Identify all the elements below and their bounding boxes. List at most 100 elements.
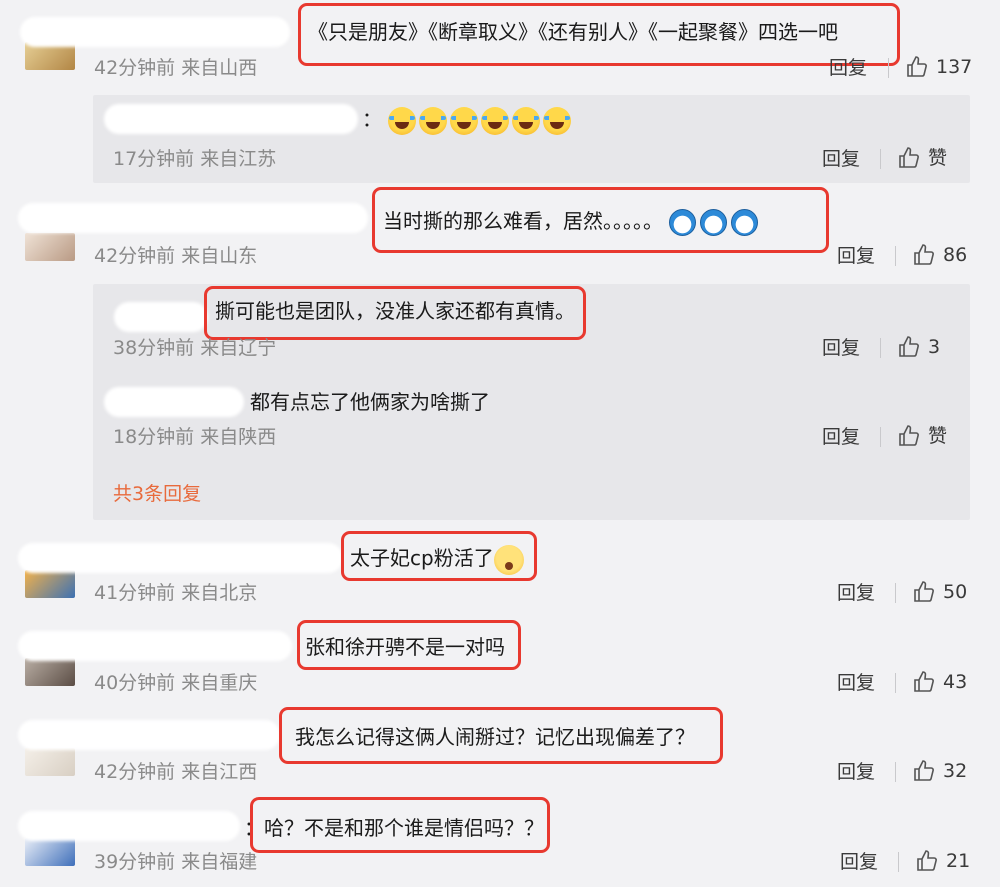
laugh-cry-emoji-icon — [450, 106, 479, 135]
comment-meta: 40分钟前 来自重庆 — [94, 671, 257, 695]
comment-time: 42分钟前 — [94, 57, 176, 79]
divider — [880, 338, 881, 358]
comment-text: 张和徐开骋不是一对吗 — [305, 635, 505, 659]
reply-location: 来自辽宁 — [200, 337, 277, 359]
comment-location: 来自重庆 — [181, 672, 258, 694]
comment-time: 42分钟前 — [94, 245, 176, 267]
username-blurred[interactable] — [18, 631, 292, 661]
thumbs-up-icon — [914, 581, 934, 602]
reply-text: 撕可能也是团队，没准人家还都有真情。 — [215, 299, 575, 323]
reply-button[interactable]: 回复 — [822, 425, 860, 449]
comment-text: 太子妃cp粉活了 — [350, 544, 524, 575]
comment-meta: 42分钟前 来自江西 — [94, 760, 257, 784]
like-count: 3 — [928, 336, 941, 358]
avatar[interactable] — [25, 748, 75, 776]
avatar[interactable] — [25, 658, 75, 686]
reply-meta: 17分钟前 来自江苏 — [113, 147, 276, 171]
username-blurred[interactable] — [18, 811, 240, 841]
reply-button[interactable]: 回复 — [829, 56, 867, 80]
doraemon-emoji-icon — [700, 209, 728, 236]
comment-time: 39分钟前 — [94, 851, 176, 873]
reply-button[interactable]: 回复 — [822, 336, 860, 360]
like-button[interactable]: 137 — [905, 55, 972, 79]
comment-time: 41分钟前 — [94, 582, 176, 604]
reply-button[interactable]: 回复 — [822, 147, 860, 171]
like-count: 赞 — [928, 425, 948, 447]
divider — [895, 583, 896, 603]
like-button[interactable]: 3 — [897, 335, 940, 359]
reply-text: 都有点忘了他俩家为啥撕了 — [250, 390, 490, 414]
avatar[interactable] — [25, 233, 75, 261]
like-count: 32 — [943, 760, 968, 782]
like-count: 137 — [936, 56, 973, 78]
thumbs-up-icon — [917, 850, 937, 871]
doraemon-emoji-icon — [669, 209, 697, 236]
laugh-cry-emoji-icon — [543, 106, 572, 135]
like-count: 赞 — [928, 147, 948, 169]
doraemon-emoji-icon — [731, 209, 759, 236]
thumbs-up-icon — [914, 671, 934, 692]
divider — [895, 762, 896, 782]
username-blurred[interactable] — [104, 387, 244, 417]
comment-time: 40分钟前 — [94, 672, 176, 694]
reply-text: ： — [362, 105, 574, 135]
like-button[interactable]: 43 — [912, 670, 967, 694]
username-blurred[interactable] — [18, 720, 280, 750]
comment-feed: 《只是朋友》《断章取义》《还有别人》《一起聚餐》四选一吧 42分钟前 来自山西 … — [0, 0, 1000, 887]
reply-location: 来自陕西 — [200, 426, 277, 448]
comment-text: 当时撕的那么难看，居然。。。。。 — [383, 207, 762, 236]
comment-meta: 42分钟前 来自山西 — [94, 56, 257, 80]
comment-text: 《只是朋友》《断章取义》《还有别人》《一起聚餐》四选一吧 — [308, 20, 838, 44]
laugh-cry-emoji-icon — [512, 106, 541, 135]
like-count: 21 — [946, 850, 971, 872]
laugh-cry-emoji-icon — [419, 106, 448, 135]
username-blurred[interactable] — [20, 17, 290, 47]
comment-time: 42分钟前 — [94, 761, 176, 783]
like-button[interactable]: 赞 — [897, 424, 947, 448]
comment-location: 来自福建 — [181, 851, 258, 873]
divider — [888, 58, 889, 78]
laugh-cry-emoji-icon — [388, 106, 417, 135]
reply-button[interactable]: 回复 — [837, 244, 875, 268]
like-count: 86 — [943, 244, 968, 266]
like-button[interactable]: 赞 — [897, 146, 947, 170]
comment-location: 来自山东 — [181, 245, 258, 267]
reply-button[interactable]: 回复 — [837, 760, 875, 784]
thumbs-up-icon — [907, 56, 927, 77]
username-blurred[interactable] — [104, 104, 358, 134]
like-button[interactable]: 50 — [912, 580, 967, 604]
comment-location: 来自山西 — [181, 57, 258, 79]
thumbs-up-icon — [914, 244, 934, 265]
divider — [880, 427, 881, 447]
like-count: 43 — [943, 671, 968, 693]
username-blurred[interactable] — [18, 203, 368, 233]
more-replies-link[interactable]: 共3条回复 — [113, 482, 201, 506]
thumbs-up-icon — [899, 147, 919, 168]
shy-emoji-icon — [493, 544, 524, 575]
comment-meta: 39分钟前 来自福建 — [94, 850, 257, 874]
like-button[interactable]: 21 — [915, 849, 970, 873]
username-blurred[interactable] — [114, 302, 208, 332]
like-button[interactable]: 32 — [912, 759, 967, 783]
reply-button[interactable]: 回复 — [840, 850, 878, 874]
reply-button[interactable]: 回复 — [837, 581, 875, 605]
comment-text: ：哈？不是和那个谁是情侣吗？？ — [244, 816, 544, 840]
avatar[interactable] — [25, 838, 75, 866]
comment-location: 来自江西 — [181, 761, 258, 783]
divider — [895, 246, 896, 266]
reply-time: 18分钟前 — [113, 426, 195, 448]
reply-button[interactable]: 回复 — [837, 671, 875, 695]
like-count: 50 — [943, 581, 968, 603]
thumbs-up-icon — [899, 425, 919, 446]
reply-meta: 18分钟前 来自陕西 — [113, 425, 276, 449]
thumbs-up-icon — [914, 760, 934, 781]
divider — [880, 149, 881, 169]
reply-time: 38分钟前 — [113, 337, 195, 359]
comment-meta: 41分钟前 来自北京 — [94, 581, 257, 605]
comment-location: 来自北京 — [181, 582, 258, 604]
username-blurred[interactable] — [18, 543, 343, 573]
like-button[interactable]: 86 — [912, 243, 967, 267]
avatar[interactable] — [25, 570, 75, 598]
reply-location: 来自江苏 — [200, 148, 277, 170]
comment-text: 我怎么记得这俩人闹掰过？记忆出现偏差了？ — [295, 725, 695, 749]
